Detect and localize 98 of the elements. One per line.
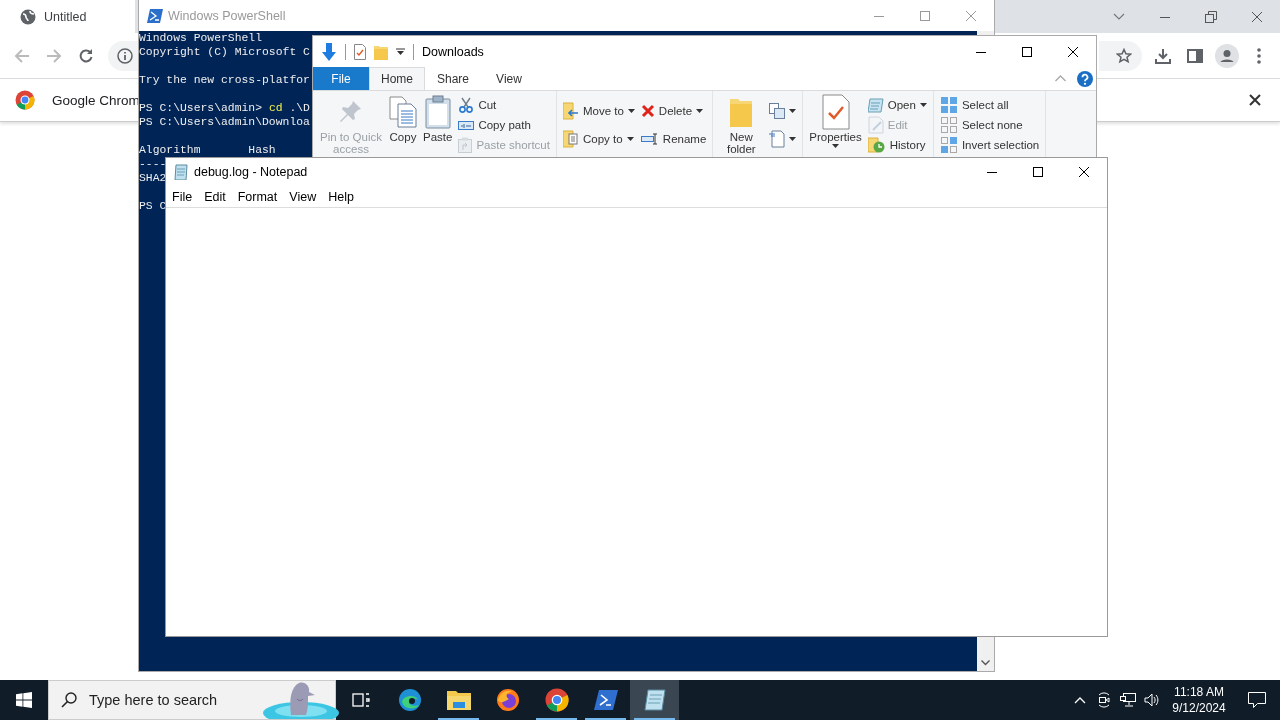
reload-icon[interactable]: [78, 47, 94, 64]
globe-icon: [20, 8, 36, 25]
ribbon-button[interactable]: Open: [867, 95, 927, 114]
console-line: ----: [139, 157, 167, 171]
console-line: PS C:\Users\admin\Downloa: [139, 115, 310, 129]
menu-item[interactable]: File: [166, 187, 198, 206]
star-icon[interactable]: [1116, 47, 1132, 64]
rename-icon[interactable]: [640, 132, 659, 145]
ribbon-button[interactable]: Invert selection: [939, 135, 1040, 154]
caret-icon[interactable]: [627, 108, 635, 113]
close-icon[interactable]: [1068, 46, 1078, 57]
chevron-down-icon[interactable]: [1113, 12, 1125, 21]
task-view-icon[interactable]: [351, 692, 370, 708]
clock[interactable]: 11:18 AM 9/12/2024: [1168, 684, 1230, 716]
notepad-icon: [174, 164, 188, 180]
copy-path-icon[interactable]: [458, 118, 475, 131]
network-icon[interactable]: [1120, 693, 1136, 707]
ribbon-button[interactable]: Copy path: [458, 115, 550, 134]
chevron-up-icon[interactable]: [1074, 696, 1086, 704]
console-line: Try the new cross-platfor: [139, 73, 310, 87]
notepad-icon[interactable]: [643, 689, 666, 711]
round-browser-icon[interactable]: [544, 688, 569, 712]
ribbon-button[interactable]: Cut: [458, 95, 550, 114]
caret-icon[interactable]: [696, 108, 704, 113]
ribbon-button[interactable]: Select all: [939, 95, 1040, 114]
volume-icon[interactable]: [1144, 693, 1160, 707]
info-bar-text: Google Chrom: [52, 92, 140, 108]
taskbar-app-button[interactable]: [630, 680, 679, 720]
ribbon-button[interactable]: Properties: [809, 95, 862, 148]
ribbon-button[interactable]: Copy: [389, 95, 417, 144]
search-input[interactable]: Type here to search: [87, 691, 261, 709]
browser-logo-icon: [15, 90, 35, 110]
console-line: Windows PowerShell: [139, 31, 263, 45]
browser-swirl-icon[interactable]: [397, 688, 422, 712]
ribbon-button[interactable]: Copy to: [562, 129, 635, 148]
windows-logo-icon[interactable]: [16, 692, 32, 708]
camera-icon[interactable]: [1097, 692, 1111, 708]
ribbon-button[interactable]: Delete: [640, 101, 707, 120]
download-icon[interactable]: [1155, 47, 1171, 64]
console-line: Copyright (C) Microsoft C: [139, 45, 310, 59]
side-panel-icon[interactable]: [1187, 47, 1203, 64]
ribbon-button[interactable]: [769, 129, 797, 148]
move-folder-icon[interactable]: [562, 101, 579, 120]
ribbon-button[interactable]: Paste: [423, 95, 453, 144]
close-icon[interactable]: [1249, 94, 1261, 106]
console-line: SHA2: [139, 171, 167, 185]
delete-cross-icon[interactable]: [640, 103, 655, 118]
ribbon-button[interactable]: [769, 101, 797, 120]
customize-caret-icon[interactable]: [396, 47, 405, 56]
file-explorer-icon[interactable]: [446, 690, 471, 710]
clipboard-icon[interactable]: [424, 95, 451, 129]
caret-icon[interactable]: [832, 143, 840, 148]
ribbon-tab[interactable]: Home: [369, 67, 425, 90]
ribbon-button[interactable]: Move to: [562, 101, 635, 120]
new-item-icon[interactable]: [769, 102, 786, 119]
window-title: Downloads: [422, 44, 484, 59]
powershell-icon: [147, 8, 163, 23]
address-bar[interactable]: [108, 40, 138, 71]
ribbon-button[interactable]: Rename: [640, 129, 707, 148]
profile-avatar-icon[interactable]: [1215, 43, 1239, 68]
notification-icon[interactable]: [1248, 692, 1266, 708]
ribbon-button[interactable]: Select none: [939, 115, 1040, 134]
menu-item[interactable]: Help: [322, 187, 359, 206]
down-arrow-icon[interactable]: [321, 42, 337, 61]
maximize-icon[interactable]: [1022, 46, 1032, 57]
help-icon[interactable]: [1077, 70, 1093, 87]
maximize-icon[interactable]: [1033, 167, 1043, 177]
scissors-icon[interactable]: [458, 96, 475, 113]
address-bar-end[interactable]: [1099, 40, 1142, 71]
ribbon-tab[interactable]: File: [313, 67, 369, 90]
menu-item[interactable]: View: [283, 187, 322, 206]
console-line: PS C:\Users\admin> cd .\D: [139, 101, 310, 115]
menu-item[interactable]: Edit: [198, 187, 231, 206]
ribbon-tab[interactable]: Share: [425, 67, 481, 90]
properties-icon[interactable]: [354, 43, 366, 60]
menu-item[interactable]: Format: [231, 187, 283, 206]
caret-icon[interactable]: [919, 102, 927, 107]
more-menu-icon[interactable]: [1257, 47, 1261, 64]
info-icon[interactable]: [117, 47, 133, 64]
window-title: debug.log - Notepad: [194, 165, 308, 179]
caret-icon[interactable]: [626, 136, 634, 141]
search-box[interactable]: Type here to search: [48, 680, 336, 720]
browser-tab[interactable]: Untitled: [0, 0, 135, 33]
checked-page-icon[interactable]: [821, 94, 850, 130]
restore-icon[interactable]: [1205, 10, 1217, 23]
search-icon: [61, 692, 77, 708]
console-line: PS C: [139, 199, 167, 213]
ribbon-button[interactable]: New folder: [719, 95, 764, 155]
close-icon[interactable]: [1079, 167, 1089, 177]
ribbon-button[interactable]: History: [867, 135, 927, 154]
history-clock-icon[interactable]: [867, 136, 886, 153]
console-line: Algorithm Hash: [139, 143, 276, 157]
window-title: Windows PowerShell: [168, 8, 286, 23]
caret-icon[interactable]: [789, 136, 797, 141]
ribbon-tab[interactable]: View: [481, 67, 537, 90]
caret-icon[interactable]: [789, 108, 797, 113]
terminal-prompt-icon[interactable]: [593, 690, 618, 710]
fox-browser-icon[interactable]: [495, 688, 520, 712]
